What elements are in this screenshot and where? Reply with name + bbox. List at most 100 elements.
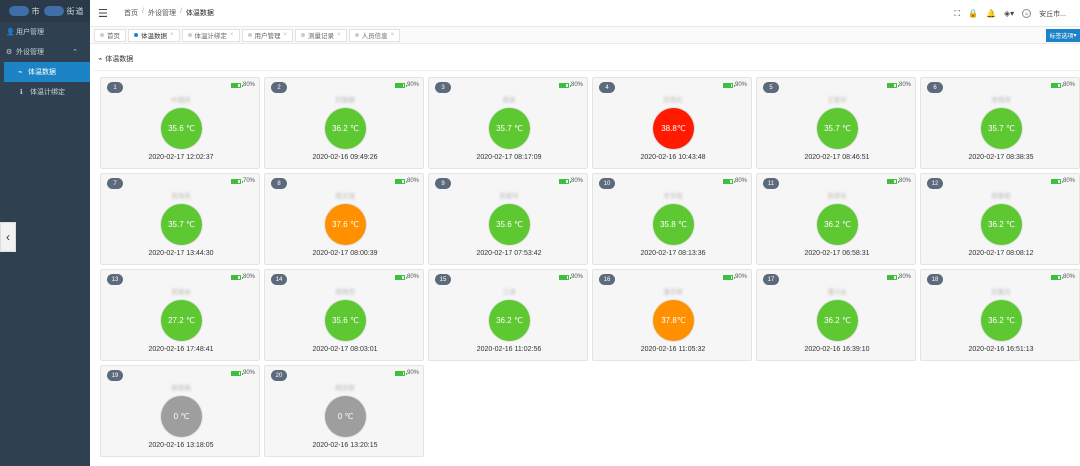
temperature-card[interactable]: 14 80% 周晓然 35.6 ℃ 2020-02-17 08:03:01 [264, 269, 424, 361]
battery-level: 80% [1062, 178, 1075, 184]
measurement-time: 2020-02-16 11:05:32 [640, 346, 706, 353]
app-logo: 市 街道 [0, 0, 90, 22]
sidebar-item-peripherals[interactable]: ⚙ 外设管理 ⌃ [0, 42, 90, 62]
temperature-card[interactable]: 9 80% 周春玲 35.6 ℃ 2020-02-17 07:53:42 [428, 173, 588, 265]
temperature-value: 37.8℃ [661, 316, 686, 325]
battery-indicator: 70% [230, 178, 255, 184]
tab-options-button[interactable]: 标签选项 ▾ [1046, 29, 1080, 42]
temperature-card[interactable]: 8 80% 周文强 37.6 ℃ 2020-02-17 08:00:39 [264, 173, 424, 265]
battery-indicator: 80% [1050, 178, 1075, 184]
close-icon[interactable]: × [284, 32, 288, 38]
tab-personnel-info[interactable]: 人员信息 × [348, 28, 401, 42]
sidebar-item-temperature-data[interactable]: ⌁ 体温数据 [4, 62, 90, 82]
close-icon[interactable]: × [337, 32, 341, 38]
battery-indicator: 80% [394, 178, 419, 184]
temperature-card[interactable]: 12 80% 邢春艳 36.2 ℃ 2020-02-17 08:08:12 [920, 173, 1080, 265]
temperature-card[interactable]: 2 90% 刘丽娜 36.2 ℃ 2020-02-16 09:49:26 [264, 77, 424, 169]
battery-level: 80% [898, 82, 911, 88]
card-index-badge: 4 [599, 82, 615, 93]
measurement-time: 2020-02-16 13:20:15 [312, 442, 378, 449]
person-name: 刘秀红 [663, 97, 683, 104]
lock-icon[interactable]: 🔒 [968, 9, 978, 18]
temperature-card[interactable]: 5 80% 王丽华 35.7 ℃ 2020-02-17 08:46:51 [756, 77, 916, 169]
tab-label: 体温计绑定 [194, 33, 228, 40]
temperature-card[interactable]: 4 90% 刘秀红 38.8℃ 2020-02-16 10:43:48 [592, 77, 752, 169]
sidebar-item-thermometer-binding[interactable]: ℹ 体温计绑定 [0, 82, 90, 102]
main-content: ⌁ 体温数据 1 80% 叶国庆 35.6 ℃ 2020-02-17 12:02:37 2… [90, 44, 1080, 466]
measurement-time: 2020-02-17 08:46:51 [804, 154, 870, 161]
temperature-circle: 0 ℃ [325, 396, 366, 437]
battery-indicator: 80% [886, 178, 911, 184]
tab-label: 人员信息 [361, 33, 388, 40]
temperature-circle: 35.7 ℃ [161, 204, 202, 245]
temperature-card[interactable]: 7 70% 周海亮 35.7 ℃ 2020-02-17 13:44:30 [100, 173, 260, 265]
temperature-card[interactable]: 13 80% 周美依 27.2 ℃ 2020-02-16 17:48:41 [100, 269, 260, 361]
temperature-circle: 27.2 ℃ [161, 300, 202, 341]
battery-level: 80% [406, 274, 419, 280]
battery-level: 80% [898, 274, 911, 280]
temperature-card[interactable]: 15 90% 江涛 36.2 ℃ 2020-02-16 11:02:56 [428, 269, 588, 361]
paint-bucket-icon[interactable]: ◈▾ [1004, 9, 1014, 18]
temperature-value: 35.6 ℃ [168, 124, 195, 133]
tab-home[interactable]: 首页 [94, 28, 126, 42]
battery-indicator: 90% [722, 274, 747, 280]
temperature-card[interactable]: 16 90% 潘学辉 37.8℃ 2020-02-16 11:05:32 [592, 269, 752, 361]
card-index-badge: 14 [271, 274, 287, 285]
battery-indicator: 80% [1050, 274, 1075, 280]
temperature-card[interactable]: 19 90% 邢晓艳 0 ℃ 2020-02-16 13:18:05 [100, 365, 260, 457]
close-icon[interactable]: × [230, 32, 234, 38]
sidebar-item-users[interactable]: 👤用户管理 [0, 22, 90, 42]
battery-indicator: 90% [558, 274, 583, 280]
battery-indicator: 80% [394, 274, 419, 280]
bell-icon[interactable]: 🔔 [986, 9, 996, 18]
temperature-circle: 36.2 ℃ [981, 300, 1022, 341]
tab-temperature-data[interactable]: 体温数据 × [128, 28, 180, 42]
measurement-time: 2020-02-16 09:49:26 [312, 154, 378, 161]
temperature-circle: 36.2 ℃ [817, 204, 858, 245]
battery-level: 80% [898, 178, 911, 184]
close-icon[interactable]: × [391, 32, 395, 38]
measurement-time: 2020-02-17 07:53:42 [476, 250, 542, 257]
temperature-card[interactable]: 6 80% 李晓燕 35.7 ℃ 2020-02-17 08:38:35 [920, 77, 1080, 169]
tab-measurement-records[interactable]: 测量记录 × [295, 28, 347, 42]
card-index-badge: 8 [271, 178, 287, 189]
fullscreen-icon[interactable]: ⛶ [954, 9, 960, 19]
close-icon[interactable]: × [170, 32, 174, 38]
temperature-circle: 35.6 ℃ [325, 300, 366, 341]
battery-icon [394, 274, 407, 280]
sidebar-item-label: 用户管理 [16, 29, 44, 36]
chevron-left-icon[interactable]: ‹ [0, 222, 16, 252]
temperature-card[interactable]: 20 90% 韩庆辉 0 ℃ 2020-02-16 13:20:15 [264, 365, 424, 457]
temperature-card[interactable]: 17 80% 潘兴业 36.2 ℃ 2020-02-16 16:39:10 [756, 269, 916, 361]
temperature-value: 38.8℃ [661, 124, 686, 133]
battery-indicator: 80% [558, 82, 583, 88]
temperature-card[interactable]: 18 80% 刘喜月 36.2 ℃ 2020-02-16 16:51:13 [920, 269, 1080, 361]
user-name[interactable]: 安丘市... [1039, 9, 1066, 19]
tab-thermometer-binding[interactable]: 体温计绑定 × [181, 28, 240, 42]
user-icon: 👤 [6, 29, 15, 36]
battery-level: 80% [734, 178, 747, 184]
tab-user-management[interactable]: 用户管理 × [241, 28, 294, 42]
measurement-time: 2020-02-17 08:17:09 [476, 154, 542, 161]
person-name: 周英 [502, 97, 516, 104]
breadcrumb-peripherals[interactable]: 外设管理 [148, 8, 176, 18]
breadcrumb-home[interactable]: 首页 [124, 8, 138, 18]
temperature-card[interactable]: 11 80% 周贤军 36.2 ℃ 2020-02-17 06:58:31 [756, 173, 916, 265]
battery-icon [1050, 178, 1063, 184]
card-index-badge: 18 [927, 274, 943, 285]
avatar[interactable]: ☺ [1022, 9, 1032, 18]
person-name: 周美依 [171, 289, 191, 296]
battery-icon [558, 82, 571, 88]
temperature-card[interactable]: 10 80% 辛学成 35.8 ℃ 2020-02-17 08:13:36 [592, 173, 752, 265]
temperature-circle: 36.2 ℃ [325, 108, 366, 149]
temperature-card[interactable]: 3 80% 周英 35.7 ℃ 2020-02-17 08:17:09 [428, 77, 588, 169]
temperature-circle: 36.2 ℃ [489, 300, 530, 341]
temperature-circle: 35.6 ℃ [489, 204, 530, 245]
battery-level: 80% [242, 274, 255, 280]
battery-indicator: 80% [230, 82, 255, 88]
menu-toggle-icon[interactable]: ☰ [98, 7, 112, 20]
top-right-tools: ⛶ 🔒 🔔 ◈▾ ☺ 安丘市... [954, 0, 1066, 27]
battery-icon [722, 82, 735, 88]
tab-label: 体温数据 [141, 33, 167, 40]
temperature-card[interactable]: 1 80% 叶国庆 35.6 ℃ 2020-02-17 12:02:37 [100, 77, 260, 169]
